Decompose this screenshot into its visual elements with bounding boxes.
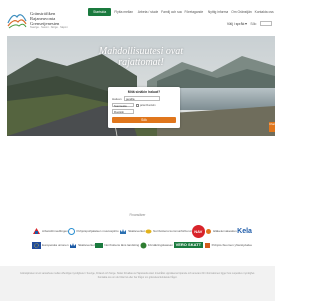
chat-tab[interactable]: Chat (269, 122, 275, 132)
search-label: Sök: (250, 21, 257, 26)
bar-icon (95, 242, 104, 248)
logo-icon (7, 14, 27, 29)
leaf-icon (145, 229, 152, 233)
partner-name: Norrbottens läns landsting (104, 243, 140, 247)
nav-item-familj[interactable]: Familj och socialt (158, 8, 181, 16)
logo-subtitle: Sverige · Suomi · Norge · Sápmi (30, 26, 68, 30)
fk-icon (140, 242, 147, 248)
search-row-3: Ruotsiin (112, 109, 176, 114)
footer-text: Gränstjänsten är ett samarbete mellan of… (19, 272, 256, 279)
partner-vero[interactable]: VERO SKATT (173, 242, 204, 248)
eu-icon (32, 241, 41, 249)
partner-name: Skatteverket (78, 243, 95, 247)
kela-icon: Kela (237, 227, 252, 235)
partner-pohjois-suomi[interactable]: Pohjois-Suomen yhteistyöalue (204, 242, 252, 249)
partner-name: Eläketurvakeskus (213, 229, 237, 233)
partner-name: Arbetsförmedlingen (42, 229, 69, 233)
crown-icon (120, 228, 127, 234)
partner-name: Europeiska unionen (42, 243, 69, 247)
header-utility: Välj i språk Sök: (227, 21, 272, 26)
partner-name: Skatteverket (128, 229, 145, 233)
partner-pohjoispohjalaisen[interactable]: Pohjoispohjalaisen muutosjohto (68, 227, 119, 235)
chevron-down-icon (245, 22, 248, 25)
vero-icon: VERO SKATT (173, 242, 204, 248)
destination-select[interactable]: Ruotsiin (112, 109, 134, 114)
partner-name: Försäkringskassan (147, 243, 173, 247)
option-checkbox-label: ja/tai Ruotsiin (140, 103, 156, 107)
site-header: Gränsträfiken Rajaneuvonta Grensetjenest… (0, 0, 275, 36)
site-logo[interactable]: Gränsträfiken Rajaneuvonta Grensetjenest… (6, 6, 82, 34)
search-row-1: Haluan pendla (112, 96, 176, 101)
option-checkbox[interactable] (136, 103, 139, 107)
nav-item-arbeta[interactable]: Arbeta / studera (135, 8, 158, 16)
partner-kela[interactable]: Kela (237, 228, 252, 235)
partner-arbetsformedlingen[interactable]: Arbetsförmedlingen (32, 227, 68, 235)
nav-item-foretagande[interactable]: Företagande (182, 8, 205, 16)
partner-norrbotten-landsting[interactable]: Norrbottens läns landsting (95, 242, 140, 248)
partner-name: Pohjoispohjalaisen muutosjohto (76, 229, 119, 233)
sun-icon (206, 228, 212, 234)
main-nav: Startsida Flytta mellan Arbeta / studera… (88, 8, 275, 16)
nav-item-nyttig[interactable]: Nyttig information (205, 8, 228, 16)
search-row-2: Suomesta ja/tai Ruotsiin (112, 102, 176, 108)
partner-norrbotten-kommunforbund[interactable]: Norrbottens kommunförbund (145, 228, 191, 235)
crown-icon (70, 242, 77, 248)
ps-icon (204, 242, 210, 248)
nav-item-startsida[interactable]: Startsida (88, 8, 112, 16)
partners-row-2: Europeiska unionen Skatteverket Norrbott… (32, 240, 252, 250)
partner-name: Pohjois-Suomen yhteistyöalue (211, 243, 252, 247)
hero-title: Mahdollisuutesi ovat rajattomat! (7, 46, 275, 68)
search-submit-button[interactable]: Sök (112, 117, 176, 123)
nav-item-kontakt[interactable]: Kontakta oss (252, 8, 275, 16)
partners-title: Finansiärer (129, 213, 146, 217)
partner-skatteverket-2[interactable]: Skatteverket (69, 242, 95, 249)
partners-row-1: Arbetsförmedlingen Pohjoispohjalaisen mu… (32, 224, 252, 238)
language-select[interactable]: Välj i språk (227, 22, 248, 26)
partner-eu[interactable]: Europeiska unionen (32, 241, 69, 249)
partner-nav[interactable]: NAV (191, 224, 205, 238)
site-footer: Gränstjänsten är ett samarbete mellan of… (0, 266, 275, 301)
partner-elaketurvakeskus[interactable]: Eläketurvakeskus (205, 228, 237, 235)
hero-title-line-2: rajattomat! (118, 57, 164, 68)
logo-text: Gränsträfiken Rajaneuvonta Grensetjenest… (30, 11, 67, 30)
action-select[interactable]: pendla (124, 96, 160, 101)
hero-title-line-1: Mahdollisuutesi ovat (98, 46, 184, 57)
language-label: Välj i språk (226, 21, 245, 26)
nav-item-om[interactable]: Om Gränstjänsten (228, 8, 251, 16)
af-icon (33, 228, 40, 234)
partner-name: Norrbottens kommunförbund (153, 229, 192, 233)
nav-item-flytta[interactable]: Flytta mellan (111, 8, 134, 16)
origin-select[interactable]: Suomesta (112, 102, 134, 108)
search-input[interactable] (260, 21, 272, 26)
search-row-1-label: Haluan (112, 96, 122, 101)
partner-forsakringskassan[interactable]: Försäkringskassan (140, 242, 173, 249)
partner-skatteverket[interactable]: Skatteverket (119, 228, 145, 235)
search-wizard: Mitä sinäkin haluat? Haluan pendla Suome… (108, 87, 180, 128)
circle-icon (68, 227, 76, 235)
nav-icon: NAV (191, 224, 205, 238)
search-wizard-title: Mitä sinäkin haluat? (127, 90, 161, 94)
